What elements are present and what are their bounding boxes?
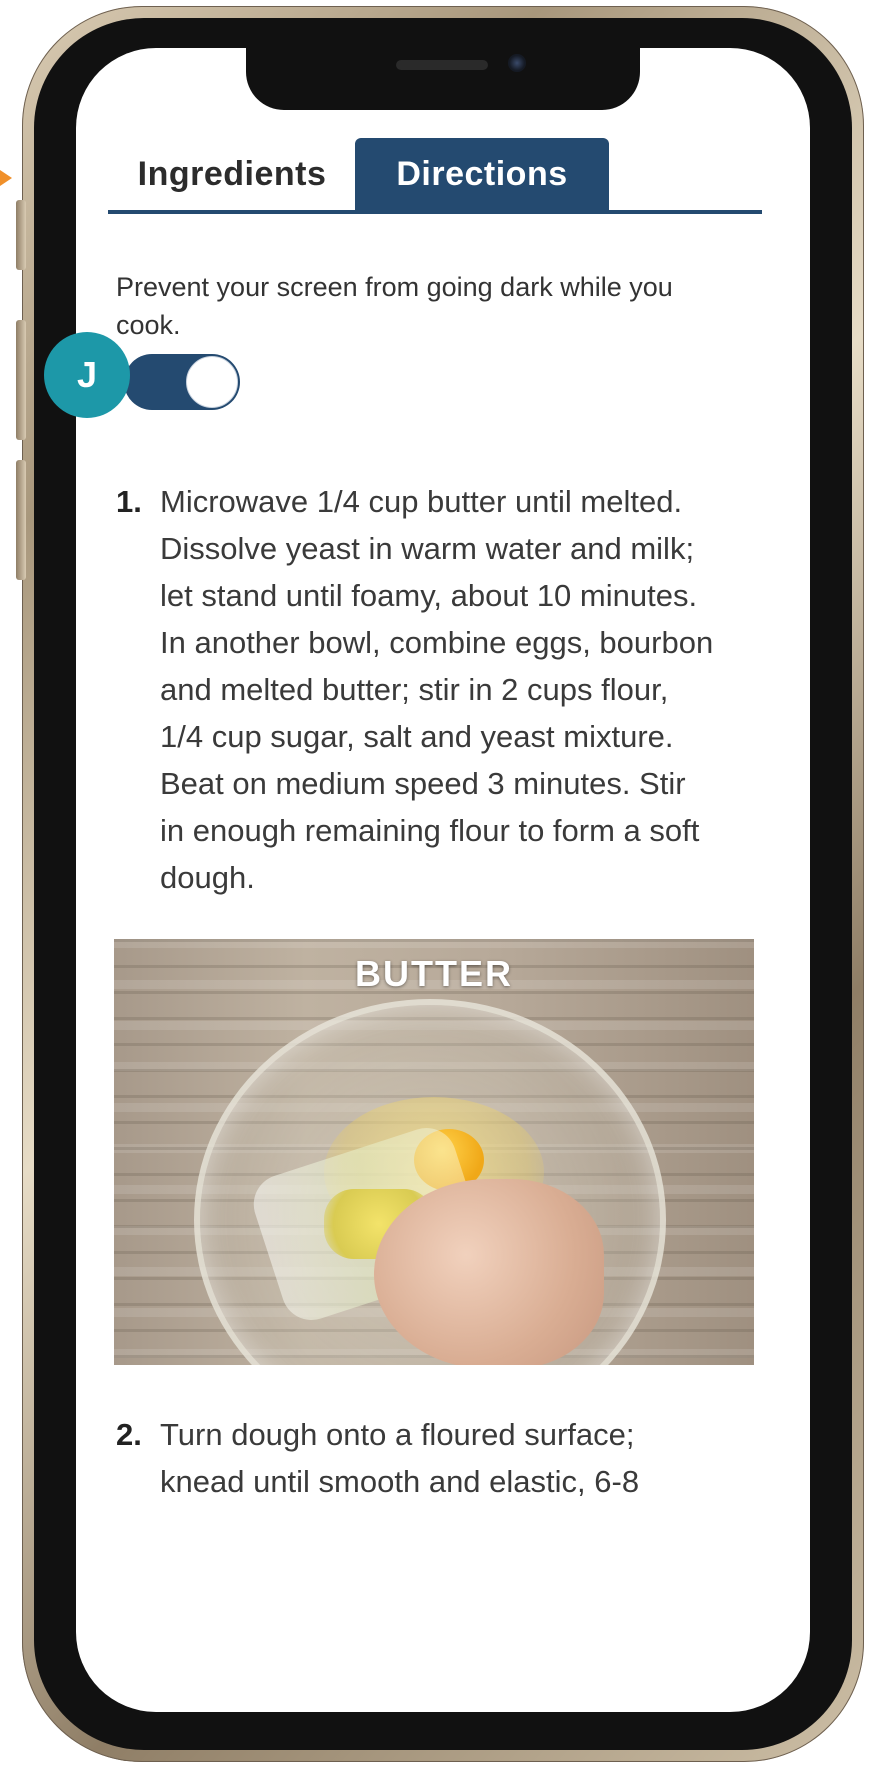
direction-step-1: 1. Microwave 1/4 cup butter until melted… [116,478,716,901]
hand [374,1179,604,1365]
step-text: Microwave 1/4 cup butter until melted. D… [160,484,714,895]
camera-icon [508,54,526,72]
photo-label: BUTTER [355,953,513,994]
step-text: Turn dough onto a floured surface; knead… [160,1417,640,1499]
tab-directions[interactable]: Directions [355,138,609,210]
screen-awake-prompt: Prevent your screen from going dark whil… [116,272,673,340]
phone-screen: Ingredients Directions Prevent your scre… [76,48,810,1712]
step-1-photo[interactable]: BUTTER [114,939,754,1365]
direction-step-2: 2. Turn dough onto a floured surface; kn… [116,1411,716,1505]
speaker-grille [396,60,488,70]
user-avatar[interactable]: J [44,332,130,418]
toggle-knob [186,356,238,408]
phone-volume-up-button [16,320,26,440]
directions-list: 1. Microwave 1/4 cup butter until melted… [114,478,754,1505]
step-number: 2. [116,1417,142,1452]
phone-volume-down-button [16,460,26,580]
phone-notch [246,48,640,110]
orange-arrow-icon [0,170,12,186]
screen-awake-toggle[interactable] [124,354,240,410]
step-number: 1. [116,484,142,519]
recipe-tabs: Ingredients Directions [108,136,762,214]
tab-ingredients[interactable]: Ingredients [108,138,356,210]
phone-side-button [16,200,26,270]
